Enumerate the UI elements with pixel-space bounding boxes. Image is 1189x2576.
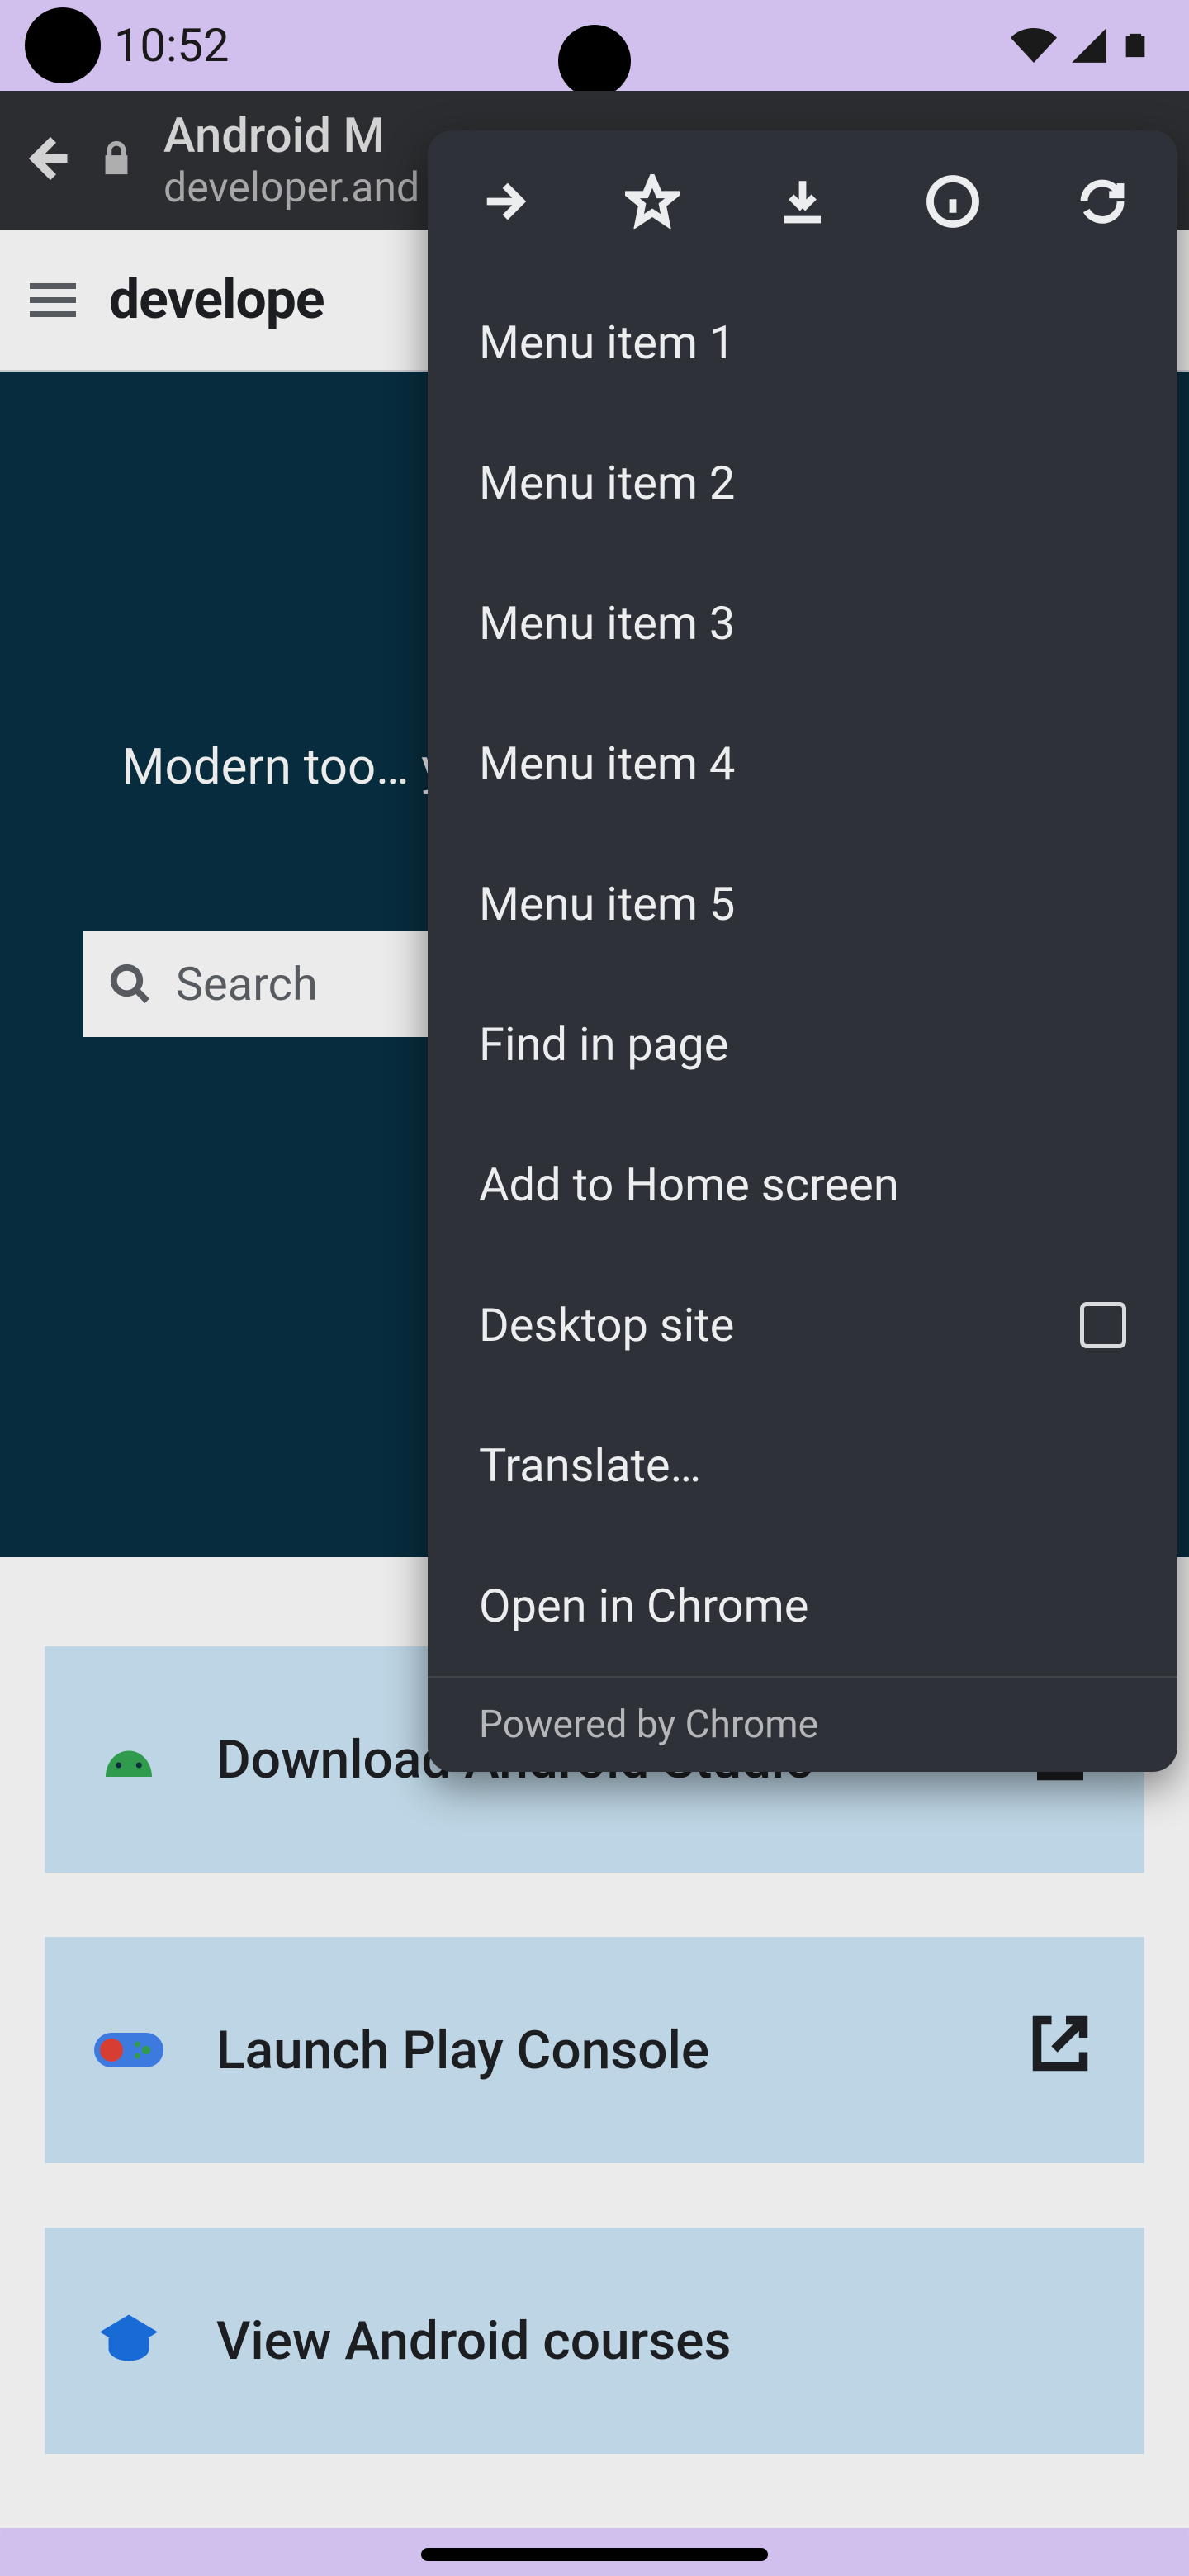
- menu-item-1[interactable]: Menu item 1: [428, 272, 1177, 413]
- front-camera-cutout: [25, 7, 101, 83]
- download-button[interactable]: [727, 130, 878, 272]
- search-icon: [108, 962, 153, 1006]
- menu-item-label: Menu item 3: [479, 596, 735, 651]
- hamburger-menu-icon[interactable]: [30, 283, 76, 317]
- info-icon: [926, 174, 980, 229]
- card-play-console[interactable]: Launch Play Console: [45, 1937, 1144, 2163]
- menu-translate[interactable]: Translate…: [428, 1395, 1177, 1536]
- card-android-courses[interactable]: View Android courses: [45, 2228, 1144, 2454]
- reload-button[interactable]: [1027, 130, 1177, 272]
- bookmark-button[interactable]: [578, 130, 728, 272]
- lock-icon[interactable]: [97, 140, 135, 181]
- menu-desktop-site[interactable]: Desktop site: [428, 1255, 1177, 1395]
- menu-item-4[interactable]: Menu item 4: [428, 694, 1177, 834]
- menu-open-in-chrome[interactable]: Open in Chrome: [428, 1536, 1177, 1676]
- menu-add-to-home[interactable]: Add to Home screen: [428, 1115, 1177, 1255]
- site-logo-text: develope: [109, 268, 324, 332]
- menu-item-3[interactable]: Menu item 3: [428, 553, 1177, 694]
- menu-item-2[interactable]: Menu item 2: [428, 413, 1177, 553]
- menu-item-label: Menu item 5: [479, 877, 735, 931]
- status-time: 10:52: [114, 18, 229, 73]
- desktop-site-checkbox[interactable]: [1080, 1302, 1126, 1348]
- star-icon: [625, 174, 680, 229]
- menu-item-label: Add to Home screen: [479, 1158, 899, 1212]
- menu-item-label: Translate…: [479, 1438, 701, 1493]
- page-domain: developer.and: [163, 164, 419, 212]
- menu-item-label: Menu item 4: [479, 736, 735, 791]
- forward-button[interactable]: [428, 130, 578, 272]
- cell-signal-icon: [1068, 25, 1110, 66]
- menu-find-in-page[interactable]: Find in page: [428, 974, 1177, 1115]
- card-label: View Android courses: [216, 2310, 731, 2372]
- status-indicators: [1011, 22, 1149, 69]
- menu-item-label: Desktop site: [479, 1298, 734, 1352]
- play-console-icon: [94, 2015, 163, 2085]
- external-link-icon: [1026, 2009, 1095, 2091]
- download-icon: [775, 174, 830, 229]
- menu-item-label: Menu item 2: [479, 456, 735, 510]
- menu-footer: Powered by Chrome: [428, 1676, 1177, 1772]
- menu-item-label: Find in page: [479, 1017, 728, 1072]
- reload-icon: [1075, 174, 1130, 229]
- info-button[interactable]: [878, 130, 1028, 272]
- menu-item-label: Open in Chrome: [479, 1579, 808, 1633]
- gesture-nav-pill[interactable]: [421, 2548, 768, 2561]
- browser-overflow-menu: Menu item 1 Menu item 2 Menu item 3 Menu…: [428, 130, 1177, 1772]
- card-label: Launch Play Console: [216, 2020, 709, 2081]
- search-placeholder: Search: [176, 957, 318, 1011]
- wifi-icon: [1011, 22, 1057, 69]
- graduation-cap-icon: [94, 2306, 163, 2375]
- status-bar: 10:52: [0, 0, 1189, 91]
- page-title: Android M: [163, 108, 419, 164]
- forward-icon: [476, 174, 530, 229]
- back-icon[interactable]: [18, 130, 74, 190]
- battery-icon: [1121, 22, 1149, 69]
- menu-item-label: Menu item 1: [479, 315, 735, 370]
- menu-item-5[interactable]: Menu item 5: [428, 834, 1177, 974]
- menu-toolbar-row: [428, 130, 1177, 272]
- front-camera-punch-hole: [558, 25, 631, 97]
- android-icon: [94, 1725, 163, 1794]
- address-bar[interactable]: Android M developer.and: [163, 108, 419, 212]
- menu-footer-label: Powered by Chrome: [479, 1702, 818, 1747]
